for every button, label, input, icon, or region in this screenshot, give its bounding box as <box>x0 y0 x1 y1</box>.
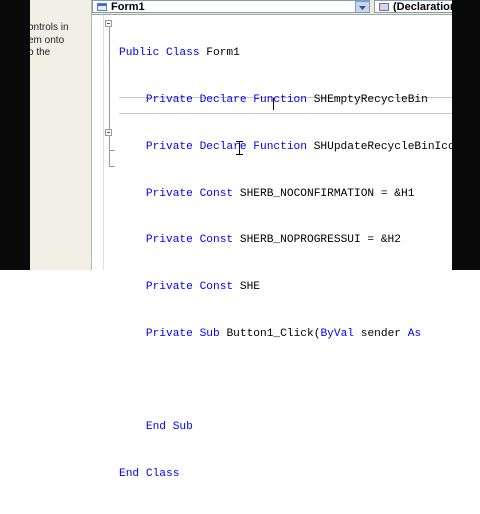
collapse-class-toggle[interactable] <box>105 20 112 27</box>
method-name-combo[interactable]: (Declarations) <box>374 0 454 13</box>
form-icon <box>97 2 107 11</box>
outline-line <box>109 27 110 167</box>
collapse-sub-toggle[interactable] <box>105 129 112 136</box>
left-black-border <box>0 0 30 270</box>
editor-navigation-bar: Form1 (Declarations) <box>92 0 454 15</box>
toolbox-panel: ontrols in em onto o the <box>30 0 92 270</box>
code-line: Public Class Form1 <box>119 47 240 60</box>
method-name-value: (Declarations) <box>393 0 454 13</box>
code-line: Private Declare Function SHEmptyRecycleB… <box>145 93 428 106</box>
declarations-icon <box>379 2 389 11</box>
code-editor[interactable]: Public Class Form1 Private Declare Funct… <box>92 15 461 480</box>
outline-end-marker <box>109 150 115 151</box>
outline-end-marker <box>109 166 115 167</box>
code-text[interactable]: Public Class Form1 Private Declare Funct… <box>119 15 461 514</box>
code-line: Private Const SHERB_NOCONFIRMATION = &H1 <box>145 187 415 200</box>
text-caret <box>273 98 274 110</box>
code-line: Private Sub Button1_Click(ByVal sender A… <box>145 327 422 340</box>
code-line: Private Const SHE <box>145 281 261 294</box>
code-line: Private Declare Function SHUpdateRecycle… <box>145 140 462 153</box>
class-combo-dropdown-button[interactable] <box>355 1 369 12</box>
toolbox-text-line: em onto <box>30 35 65 46</box>
code-line: End Sub <box>145 421 193 434</box>
chevron-down-icon <box>359 5 366 10</box>
ibeam-cursor-icon <box>236 141 243 155</box>
code-line: End Class <box>119 468 180 481</box>
code-line: Private Const SHERB_NOPROGRESSUI = &H2 <box>145 234 401 247</box>
class-name-value: Form1 <box>111 0 145 13</box>
right-black-border <box>452 0 480 270</box>
editor-margin <box>92 15 104 270</box>
class-name-combo[interactable]: Form1 <box>92 0 370 13</box>
toolbox-text-line: o the <box>30 47 51 58</box>
toolbox-text-line: ontrols in <box>30 22 69 33</box>
